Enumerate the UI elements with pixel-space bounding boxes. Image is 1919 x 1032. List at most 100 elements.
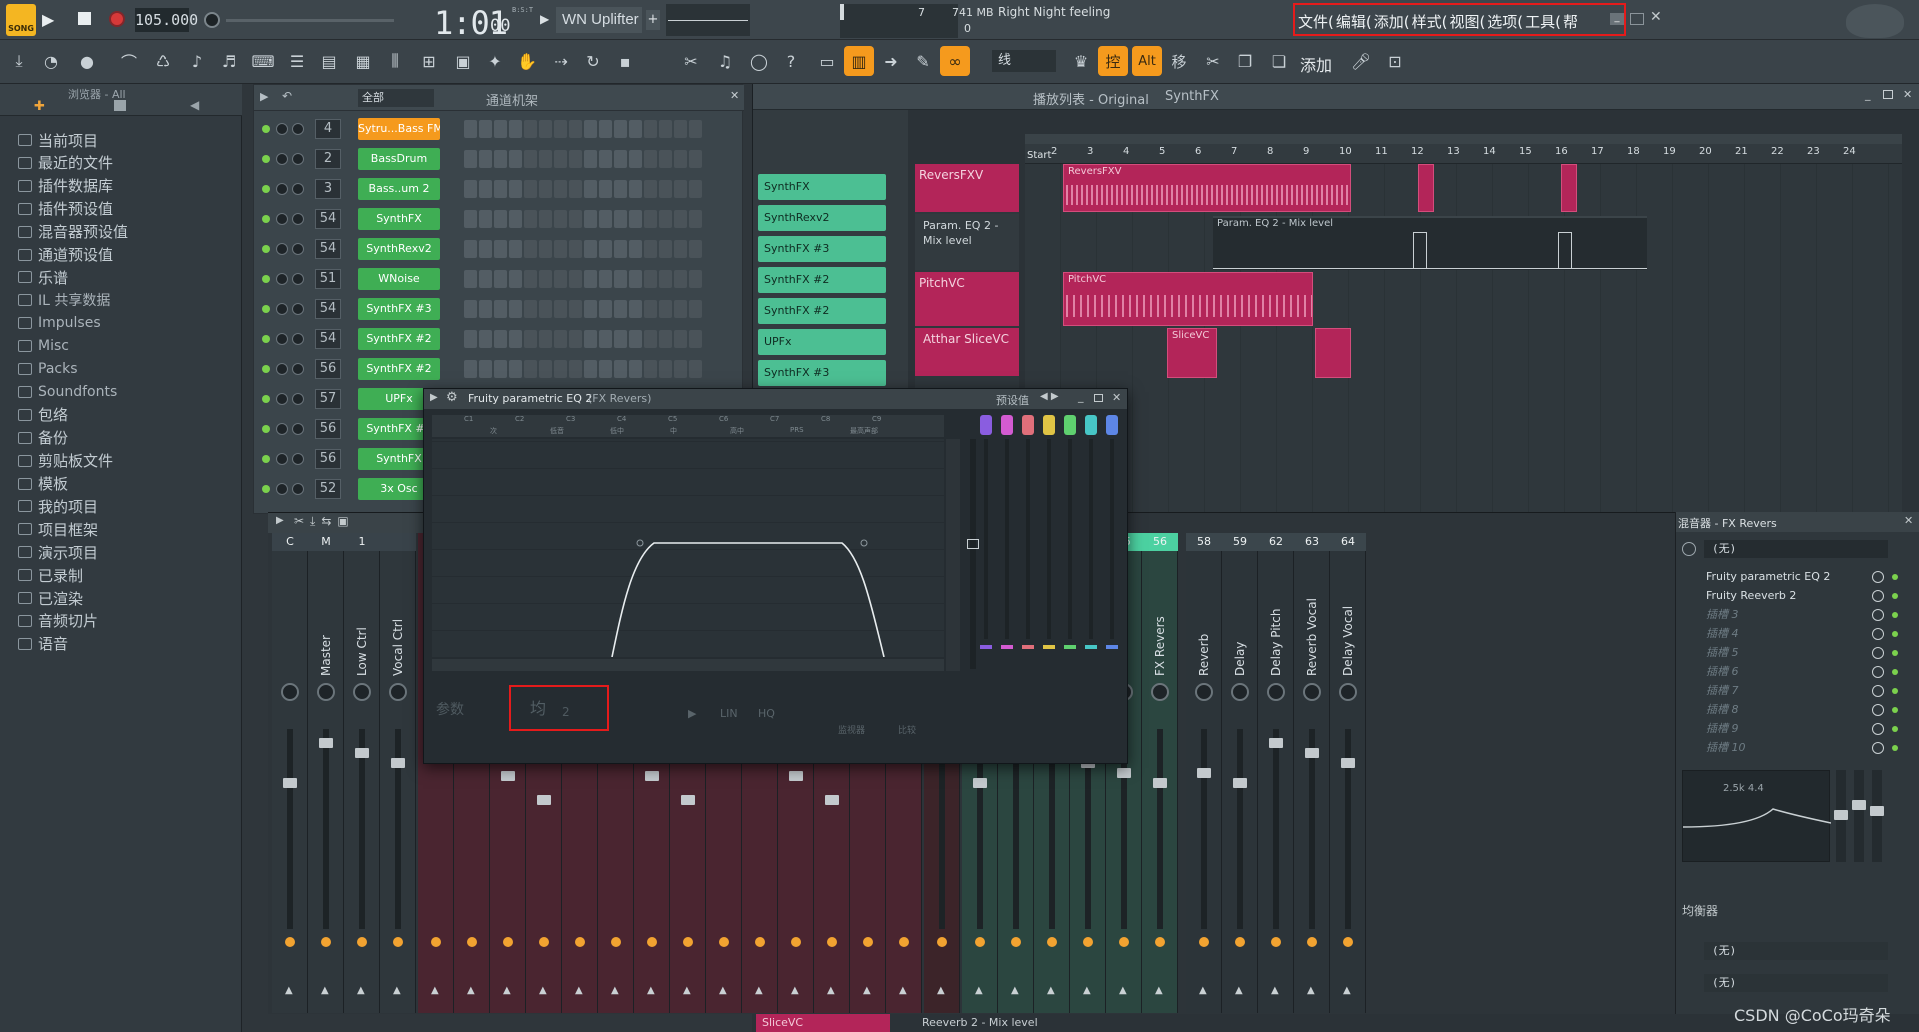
step-button[interactable] xyxy=(644,300,657,318)
step-button[interactable] xyxy=(539,240,552,258)
step-button[interactable] xyxy=(524,120,537,138)
fx-toggle[interactable] xyxy=(975,937,985,947)
volume-fader[interactable] xyxy=(1305,748,1319,758)
pattern-item[interactable]: UPFx xyxy=(758,329,886,355)
slot-toggle[interactable] xyxy=(1872,723,1884,735)
slot-led[interactable] xyxy=(1892,707,1898,713)
pan-knob[interactable] xyxy=(276,213,288,225)
mixer-strip[interactable]: Vocal Ctrl ▲ xyxy=(380,533,416,1013)
volume-fader[interactable] xyxy=(681,795,695,805)
volume-fader[interactable] xyxy=(537,795,551,805)
band-handle-1[interactable] xyxy=(980,415,992,435)
mixer-track-number[interactable]: 54 xyxy=(315,299,341,319)
mixer-track-number[interactable]: 54 xyxy=(315,209,341,229)
clip-slicevc-2[interactable] xyxy=(1315,328,1351,378)
send-arrow-icon[interactable]: ▲ xyxy=(683,985,691,996)
insert-slot[interactable]: 插槽 4 xyxy=(1690,625,1898,643)
pan-knob[interactable] xyxy=(353,683,371,701)
mixer-track-number[interactable]: 56 xyxy=(315,359,341,379)
mixer-track-number[interactable]: 2 xyxy=(315,149,341,169)
step-button[interactable] xyxy=(569,120,582,138)
step-button[interactable] xyxy=(539,330,552,348)
step-button[interactable] xyxy=(539,300,552,318)
cut-icon[interactable]: ✂ xyxy=(676,46,706,76)
browser-item[interactable]: 演示项目 xyxy=(18,541,98,563)
eq-minimize-icon[interactable]: _ xyxy=(1078,390,1084,403)
volume-knob[interactable] xyxy=(292,243,304,255)
step-button[interactable] xyxy=(689,210,702,228)
step-button[interactable] xyxy=(629,120,642,138)
pan-knob[interactable] xyxy=(1267,683,1285,701)
pattern-prev-icon[interactable]: ▶ xyxy=(540,12,549,26)
slot-led[interactable] xyxy=(1892,612,1898,618)
send-arrow-icon[interactable]: ▲ xyxy=(719,985,727,996)
step-button[interactable] xyxy=(479,360,492,378)
send-arrow-icon[interactable]: ▲ xyxy=(1083,985,1091,996)
chat-icon[interactable]: ◯ xyxy=(744,46,774,76)
mixer-strip[interactable]: M Master ▲ xyxy=(308,533,344,1013)
mixer-strip[interactable]: 58 Reverb ▲ xyxy=(1186,533,1222,1013)
step-button[interactable] xyxy=(539,210,552,228)
add-button[interactable]: 添加 xyxy=(1300,52,1332,76)
insert-slot[interactable]: 插槽 7 xyxy=(1690,682,1898,700)
step-button[interactable] xyxy=(479,330,492,348)
mixer-strip[interactable]: C ▲ xyxy=(272,533,308,1013)
mixer-track-number[interactable]: 56 xyxy=(315,419,341,439)
step-button[interactable] xyxy=(689,240,702,258)
step-button[interactable] xyxy=(614,180,627,198)
step-button[interactable] xyxy=(689,270,702,288)
step-button[interactable] xyxy=(644,210,657,228)
pan-knob[interactable] xyxy=(276,153,288,165)
step-button[interactable] xyxy=(539,360,552,378)
insert-slot[interactable]: 插槽 3 xyxy=(1690,606,1898,624)
volume-knob[interactable] xyxy=(292,453,304,465)
eq-graph[interactable] xyxy=(432,439,944,657)
browser-item[interactable]: 乐谱 xyxy=(18,266,68,288)
alt-toggle[interactable]: Alt xyxy=(1132,46,1162,76)
step-button[interactable] xyxy=(674,180,687,198)
browser-item[interactable]: 已录制 xyxy=(18,564,83,586)
step-button[interactable] xyxy=(629,330,642,348)
fx-toggle[interactable] xyxy=(1119,937,1129,947)
mixer-track-number[interactable]: 54 xyxy=(315,329,341,349)
slot-led[interactable] xyxy=(1892,688,1898,694)
channel-led[interactable] xyxy=(262,185,270,193)
pattern-item[interactable]: SynthFX #3 xyxy=(758,236,886,262)
mixer-strip[interactable]: 59 Delay ▲ xyxy=(1222,533,1258,1013)
volume-fader[interactable] xyxy=(1153,778,1167,788)
step-button[interactable] xyxy=(599,150,612,168)
fx-toggle[interactable] xyxy=(321,937,331,947)
clip-param-automation[interactable]: Param. EQ 2 - Mix level xyxy=(1213,216,1647,270)
step-button[interactable] xyxy=(584,180,597,198)
step-button[interactable] xyxy=(644,270,657,288)
hq-button[interactable]: HQ xyxy=(758,707,775,720)
volume-knob[interactable] xyxy=(292,183,304,195)
channel-led[interactable] xyxy=(262,155,270,163)
eq-output-slider[interactable] xyxy=(967,439,979,669)
plugin-picker-icon[interactable]: ⊞ xyxy=(414,46,444,76)
step-button[interactable] xyxy=(479,210,492,228)
wait-record-icon[interactable]: ● xyxy=(72,46,102,76)
step-button[interactable] xyxy=(584,270,597,288)
channel-led[interactable] xyxy=(262,335,270,343)
step-button[interactable] xyxy=(689,180,702,198)
move-toggle[interactable]: 移 xyxy=(1164,46,1194,76)
track-header-revers[interactable]: ReversFXV xyxy=(915,164,1019,212)
microphone-icon[interactable]: 🎤︎ xyxy=(1346,46,1376,76)
send-arrow-icon[interactable]: ▲ xyxy=(611,985,619,996)
eq-close-icon[interactable]: ✕ xyxy=(1112,391,1121,404)
step-button[interactable] xyxy=(689,330,702,348)
step-button[interactable] xyxy=(569,360,582,378)
mixer-input-icon[interactable] xyxy=(1682,542,1696,556)
channel-name-button[interactable]: Sytru...Bass FM xyxy=(358,118,440,140)
eq-presets[interactable]: 预设值 xyxy=(996,392,1029,408)
step-button[interactable] xyxy=(584,150,597,168)
rack-filter[interactable]: 全部 xyxy=(358,89,434,107)
slot-led[interactable] xyxy=(1892,745,1898,751)
browser-item[interactable]: Impulses xyxy=(18,312,101,334)
step-button[interactable] xyxy=(584,210,597,228)
step-button[interactable] xyxy=(524,150,537,168)
step-button[interactable] xyxy=(539,180,552,198)
fx-toggle[interactable] xyxy=(1155,937,1165,947)
help-icon[interactable]: ? xyxy=(776,46,806,76)
